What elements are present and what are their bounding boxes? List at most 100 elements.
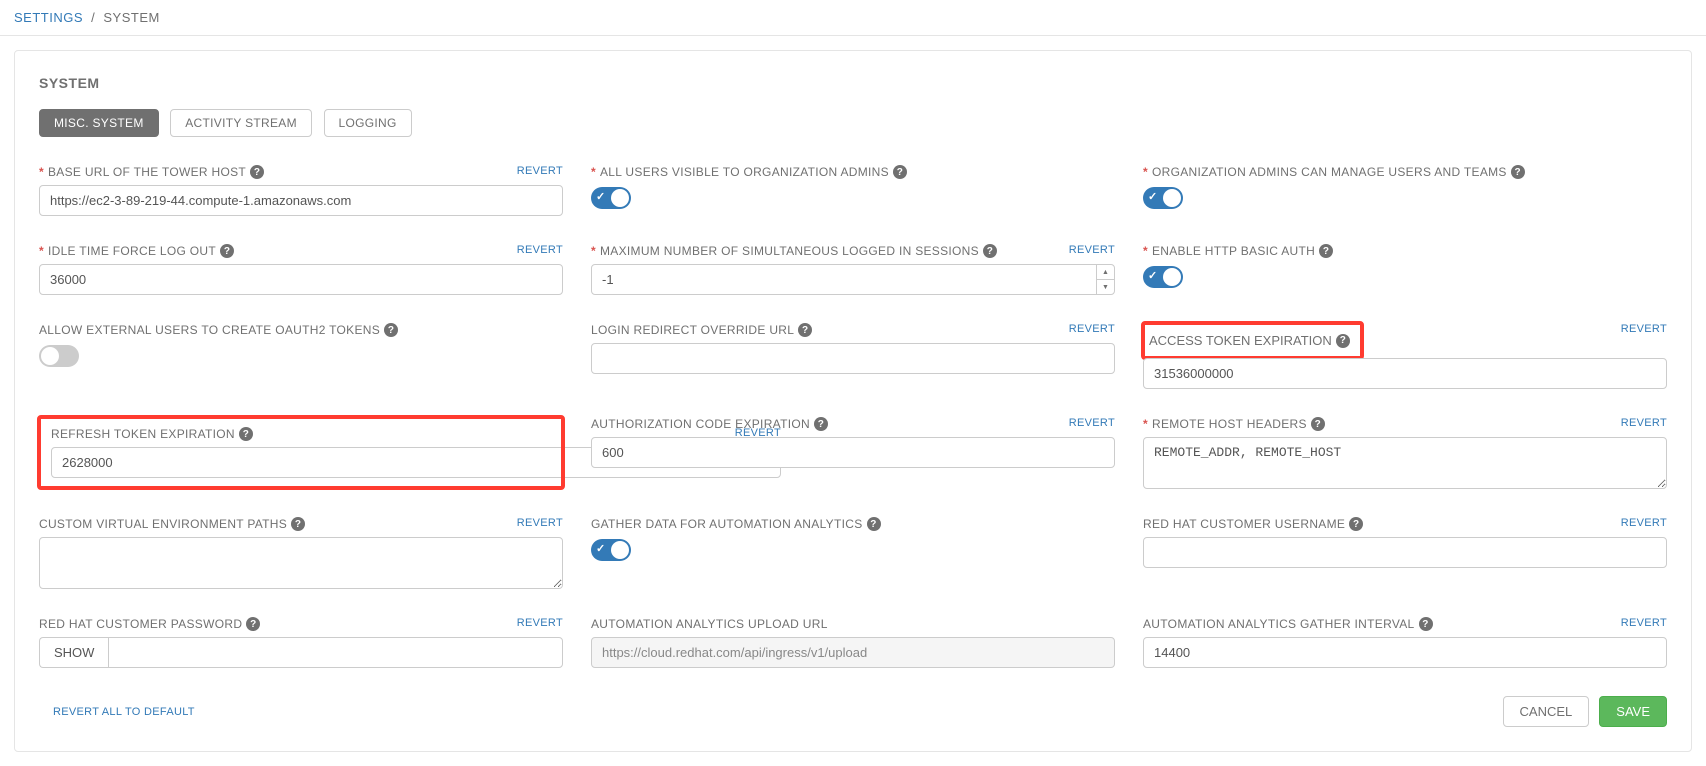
toggle-gather-data[interactable]: ✓ — [591, 539, 631, 561]
help-icon[interactable]: ? — [220, 244, 234, 258]
label-max-sessions: MAXIMUM NUMBER OF SIMULTANEOUS LOGGED IN… — [600, 244, 979, 258]
label-all-users-visible: ALL USERS VISIBLE TO ORGANIZATION ADMINS — [600, 165, 889, 179]
input-rh-username[interactable] — [1143, 537, 1667, 568]
required-marker: * — [39, 244, 44, 258]
label-analytics-upload-url: AUTOMATION ANALYTICS UPLOAD URL — [591, 617, 828, 631]
breadcrumb: SETTINGS / SYSTEM — [0, 0, 1706, 36]
breadcrumb-system: SYSTEM — [103, 10, 159, 25]
textarea-remote-host-headers[interactable]: REMOTE_ADDR, REMOTE_HOST — [1143, 437, 1667, 489]
label-remote-host-headers: REMOTE HOST HEADERS — [1152, 417, 1307, 431]
label-enable-http-basic: ENABLE HTTP BASIC AUTH — [1152, 244, 1315, 258]
toggle-allow-external-oauth[interactable] — [39, 345, 79, 367]
revert-access-token-exp[interactable]: REVERT — [1621, 323, 1667, 335]
required-marker: * — [1143, 417, 1148, 431]
revert-analytics-interval[interactable]: REVERT — [1621, 617, 1667, 629]
label-rh-password: RED HAT CUSTOMER PASSWORD — [39, 617, 242, 631]
revert-base-url[interactable]: REVERT — [517, 165, 563, 177]
label-gather-data: GATHER DATA FOR AUTOMATION ANALYTICS — [591, 517, 863, 531]
label-rh-username: RED HAT CUSTOMER USERNAME — [1143, 517, 1345, 531]
toggle-all-users-visible[interactable]: ✓ — [591, 187, 631, 209]
revert-rh-username[interactable]: REVERT — [1621, 517, 1667, 529]
help-icon[interactable]: ? — [384, 323, 398, 337]
tabs: MISC. SYSTEM ACTIVITY STREAM LOGGING — [39, 109, 1667, 137]
revert-auth-code-exp[interactable]: REVERT — [1069, 417, 1115, 429]
field-allow-external-oauth: ALLOW EXTERNAL USERS TO CREATE OAUTH2 TO… — [39, 323, 563, 389]
help-icon[interactable]: ? — [1511, 165, 1525, 179]
field-org-admins-manage: * ORGANIZATION ADMINS CAN MANAGE USERS A… — [1143, 165, 1667, 216]
help-icon[interactable]: ? — [814, 417, 828, 431]
revert-remote-host-headers[interactable]: REVERT — [1621, 417, 1667, 429]
help-icon[interactable]: ? — [983, 244, 997, 258]
system-panel: SYSTEM MISC. SYSTEM ACTIVITY STREAM LOGG… — [14, 50, 1692, 752]
field-analytics-interval: AUTOMATION ANALYTICS GATHER INTERVAL ? R… — [1143, 617, 1667, 668]
revert-refresh-token-exp[interactable]: REVERT — [735, 427, 781, 439]
revert-idle-time[interactable]: REVERT — [517, 244, 563, 256]
input-analytics-interval[interactable] — [1143, 637, 1667, 668]
tab-misc-system[interactable]: MISC. SYSTEM — [39, 109, 159, 137]
label-idle-time: IDLE TIME FORCE LOG OUT — [48, 244, 216, 258]
help-icon[interactable]: ? — [1419, 617, 1433, 631]
tab-activity-stream[interactable]: ACTIVITY STREAM — [170, 109, 312, 137]
field-access-token-exp: ACCESS TOKEN EXPIRATION ? REVERT — [1143, 323, 1667, 389]
help-icon[interactable]: ? — [893, 165, 907, 179]
spinner-buttons: ▲ ▼ — [1096, 265, 1114, 294]
input-login-redirect[interactable] — [591, 343, 1115, 374]
field-gather-data: GATHER DATA FOR AUTOMATION ANALYTICS ? ✓ — [591, 517, 1115, 589]
revert-custom-venv[interactable]: REVERT — [517, 517, 563, 529]
label-custom-venv: CUSTOM VIRTUAL ENVIRONMENT PATHS — [39, 517, 287, 531]
field-rh-password: RED HAT CUSTOMER PASSWORD ? REVERT SHOW — [39, 617, 563, 668]
help-icon[interactable]: ? — [867, 517, 881, 531]
field-max-sessions: * MAXIMUM NUMBER OF SIMULTANEOUS LOGGED … — [591, 244, 1115, 295]
help-icon[interactable]: ? — [1349, 517, 1363, 531]
input-auth-code-exp[interactable] — [591, 437, 1115, 468]
revert-max-sessions[interactable]: REVERT — [1069, 244, 1115, 256]
help-icon[interactable]: ? — [250, 165, 264, 179]
revert-login-redirect[interactable]: REVERT — [1069, 323, 1115, 335]
save-button[interactable]: SAVE — [1599, 696, 1667, 727]
required-marker: * — [1143, 244, 1148, 258]
help-icon[interactable]: ? — [246, 617, 260, 631]
input-max-sessions[interactable] — [591, 264, 1115, 295]
toggle-org-admins-manage[interactable]: ✓ — [1143, 187, 1183, 209]
revert-all-to-default[interactable]: REVERT ALL TO DEFAULT — [53, 706, 195, 718]
field-analytics-upload-url: AUTOMATION ANALYTICS UPLOAD URL — [591, 617, 1115, 668]
input-idle-time[interactable] — [39, 264, 563, 295]
field-remote-host-headers: * REMOTE HOST HEADERS ? REVERT REMOTE_AD… — [1143, 417, 1667, 489]
check-icon: ✓ — [596, 542, 605, 555]
input-access-token-exp[interactable] — [1143, 358, 1667, 389]
help-icon[interactable]: ? — [291, 517, 305, 531]
required-marker: * — [591, 165, 596, 179]
field-refresh-token-exp: REFRESH TOKEN EXPIRATION ? REVERT — [39, 417, 563, 489]
form-grid: * BASE URL OF THE TOWER HOST ? REVERT * … — [39, 165, 1667, 668]
label-refresh-token-exp: REFRESH TOKEN EXPIRATION — [51, 427, 235, 441]
required-marker: * — [1143, 165, 1148, 179]
field-enable-http-basic: * ENABLE HTTP BASIC AUTH ? ✓ — [1143, 244, 1667, 295]
input-rh-password[interactable] — [108, 637, 563, 668]
help-icon[interactable]: ? — [239, 427, 253, 441]
spinner-up-icon[interactable]: ▲ — [1097, 265, 1114, 280]
check-icon: ✓ — [596, 190, 605, 203]
field-auth-code-exp: AUTHORIZATION CODE EXPIRATION ? REVERT — [591, 417, 1115, 489]
help-icon[interactable]: ? — [1336, 334, 1350, 348]
check-icon: ✓ — [1148, 190, 1157, 203]
input-base-url[interactable] — [39, 185, 563, 216]
textarea-custom-venv[interactable] — [39, 537, 563, 589]
field-base-url: * BASE URL OF THE TOWER HOST ? REVERT — [39, 165, 563, 216]
breadcrumb-settings[interactable]: SETTINGS — [14, 10, 83, 25]
cancel-button[interactable]: CANCEL — [1503, 696, 1590, 727]
check-icon: ✓ — [1148, 269, 1157, 282]
tab-logging[interactable]: LOGGING — [324, 109, 412, 137]
field-login-redirect: LOGIN REDIRECT OVERRIDE URL ? REVERT — [591, 323, 1115, 389]
show-password-button[interactable]: SHOW — [39, 637, 108, 668]
revert-rh-password[interactable]: REVERT — [517, 617, 563, 629]
help-icon[interactable]: ? — [1319, 244, 1333, 258]
label-login-redirect: LOGIN REDIRECT OVERRIDE URL — [591, 323, 794, 337]
spinner-down-icon[interactable]: ▼ — [1097, 280, 1114, 294]
required-marker: * — [591, 244, 596, 258]
label-analytics-interval: AUTOMATION ANALYTICS GATHER INTERVAL — [1143, 617, 1415, 631]
help-icon[interactable]: ? — [798, 323, 812, 337]
help-icon[interactable]: ? — [1311, 417, 1325, 431]
field-idle-time: * IDLE TIME FORCE LOG OUT ? REVERT — [39, 244, 563, 295]
toggle-enable-http-basic[interactable]: ✓ — [1143, 266, 1183, 288]
footer: REVERT ALL TO DEFAULT CANCEL SAVE — [39, 696, 1667, 727]
